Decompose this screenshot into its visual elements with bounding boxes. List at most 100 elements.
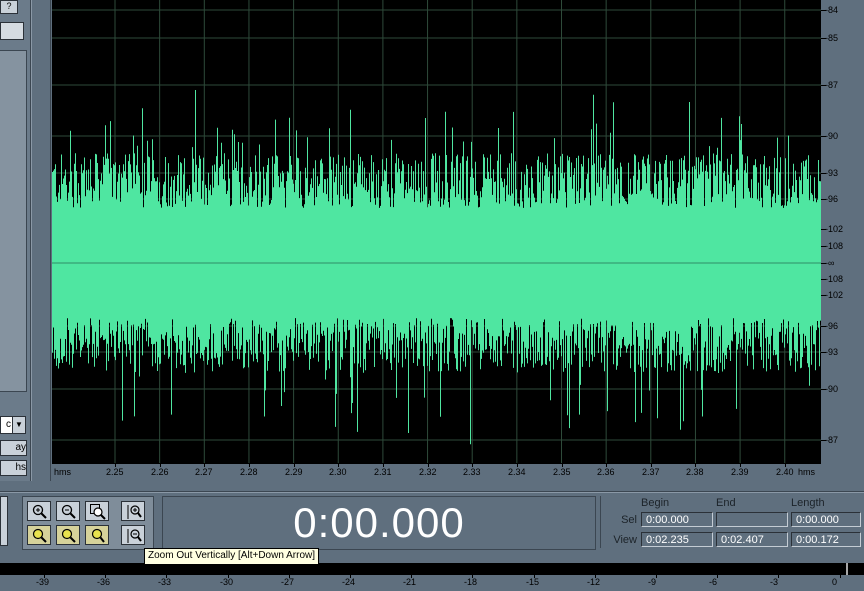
time-ruler-unit-right: hms <box>798 467 816 477</box>
time-tick-label: 2.38 <box>686 467 704 477</box>
view-row-label: View <box>613 534 637 546</box>
time-tick-label: 2.31 <box>374 467 392 477</box>
time-tick-label: 2.27 <box>195 467 213 477</box>
meter-label: -3 <box>770 577 779 587</box>
db-label: -84 <box>825 5 839 15</box>
magnify-right-icon <box>61 528 76 543</box>
left-panel-dropdown[interactable]: c ▼ <box>0 416 26 434</box>
time-tick-label: 2.39 <box>731 467 749 477</box>
zoom-selection-button[interactable] <box>85 525 109 545</box>
end-header: End <box>716 497 736 509</box>
magnify-minus-icon <box>61 504 76 519</box>
meter-tick <box>717 575 718 578</box>
meter-label: -27 <box>281 577 295 587</box>
meter-label: -30 <box>220 577 234 587</box>
time-ruler[interactable]: hms hms 2.25 2.26 2.27 2.28 2.29 2.30 2.31 2.32… <box>52 463 821 482</box>
time-tick-label: 2.34 <box>508 467 526 477</box>
magnify-vertical-plus-icon <box>127 505 142 519</box>
selection-view-panel: Begin End Length Sel 0:00.000 0:00.000 V… <box>600 496 864 548</box>
meter-label: -9 <box>648 577 657 587</box>
db-label: -96 <box>825 194 839 204</box>
time-tick-label: 2.29 <box>285 467 303 477</box>
meter-label: -6 <box>709 577 718 587</box>
db-ruler: -84 -85 -87 -90 -93 -96 -102 -108 -∞ -108 -102 -96 -… <box>821 0 864 463</box>
meter-tick <box>656 575 657 578</box>
meter-label: -33 <box>158 577 172 587</box>
meter-label: -36 <box>97 577 111 587</box>
time-tick-label: 2.32 <box>419 467 437 477</box>
left-dropdown-value: c <box>6 419 11 430</box>
magnify-plus-icon <box>32 504 47 519</box>
time-tick-label: 2.40 <box>776 467 794 477</box>
view-end-field[interactable]: 0:02.407 <box>716 532 788 547</box>
db-label: -108 <box>825 274 844 284</box>
db-label: -90 <box>825 131 839 141</box>
time-tick-label: 2.37 <box>642 467 660 477</box>
db-label: -93 <box>825 347 839 357</box>
magnify-left-icon <box>32 528 47 543</box>
waveform-display[interactable] <box>52 0 821 463</box>
level-meter-peak <box>846 563 848 575</box>
zoom-in-vertical-button[interactable] <box>121 501 145 521</box>
left-panel-field[interactable] <box>0 22 24 40</box>
db-label: -∞ <box>825 258 835 268</box>
zoom-out-horizontal-button[interactable] <box>56 501 80 521</box>
db-label: -85 <box>825 33 839 43</box>
zoom-in-horizontal-button[interactable] <box>27 501 51 521</box>
sel-length-field[interactable]: 0:00.000 <box>791 512 861 527</box>
zoom-to-left-button[interactable] <box>27 525 51 545</box>
panel-splitter[interactable] <box>31 0 51 492</box>
db-label: -102 <box>825 290 844 300</box>
chevron-down-icon[interactable]: ▼ <box>12 417 25 433</box>
meter-label: -39 <box>36 577 50 587</box>
time-tick-label: 2.28 <box>240 467 258 477</box>
begin-header: Begin <box>641 497 670 509</box>
time-display: 0:00.000 <box>162 496 596 550</box>
time-ruler-unit-left: hms <box>54 467 72 477</box>
view-length-field[interactable]: 0:00.172 <box>791 532 861 547</box>
db-label: -93 <box>825 168 839 178</box>
meter-label: -21 <box>403 577 417 587</box>
meter-label: -12 <box>587 577 601 587</box>
magnify-vertical-minus-icon <box>127 529 142 543</box>
waveform-canvas[interactable] <box>52 0 821 463</box>
meter-label: 0 <box>832 577 838 587</box>
tooltip: Zoom Out Vertically [Alt+Down Arrow] <box>144 548 320 565</box>
meter-tick <box>778 575 779 578</box>
length-header: Length <box>791 497 825 509</box>
left-panel-button-1[interactable]: ay <box>0 440 27 456</box>
sel-row-label: Sel <box>621 514 637 526</box>
zoom-out-vertical-button[interactable] <box>121 525 145 545</box>
time-tick-label: 2.25 <box>106 467 124 477</box>
view-begin-field[interactable]: 0:02.235 <box>641 532 713 547</box>
sel-begin-field[interactable]: 0:00.000 <box>641 512 713 527</box>
meter-tick <box>840 575 841 578</box>
db-label: -87 <box>825 80 839 90</box>
db-label: -108 <box>825 241 844 251</box>
ruler-spacer <box>0 481 864 492</box>
help-button[interactable]: ? <box>0 0 18 14</box>
db-label: -87 <box>825 435 839 445</box>
transport-left-button[interactable] <box>0 496 8 546</box>
zoom-full-button[interactable] <box>85 501 109 521</box>
meter-label: -18 <box>464 577 478 587</box>
zoom-toolbar <box>22 496 154 550</box>
time-tick-label: 2.33 <box>463 467 481 477</box>
db-label: -96 <box>825 321 839 331</box>
db-label: -102 <box>825 224 844 234</box>
time-tick-label: 2.35 <box>553 467 571 477</box>
level-meter-bar <box>0 563 864 575</box>
zoom-to-right-button[interactable] <box>56 525 80 545</box>
left-panel-list[interactable] <box>0 50 27 392</box>
meter-label: -15 <box>526 577 540 587</box>
left-panel-button-2[interactable]: hs <box>0 460 27 476</box>
sel-end-field[interactable] <box>716 512 788 527</box>
magnify-selection-icon <box>91 528 105 543</box>
meter-label: -24 <box>342 577 356 587</box>
time-readout: 0:00.000 <box>293 499 465 546</box>
time-tick-label: 2.30 <box>329 467 347 477</box>
db-label: -90 <box>825 384 839 394</box>
time-tick-label: 2.26 <box>151 467 169 477</box>
magnify-full-icon <box>90 504 106 520</box>
time-tick-label: 2.36 <box>597 467 615 477</box>
